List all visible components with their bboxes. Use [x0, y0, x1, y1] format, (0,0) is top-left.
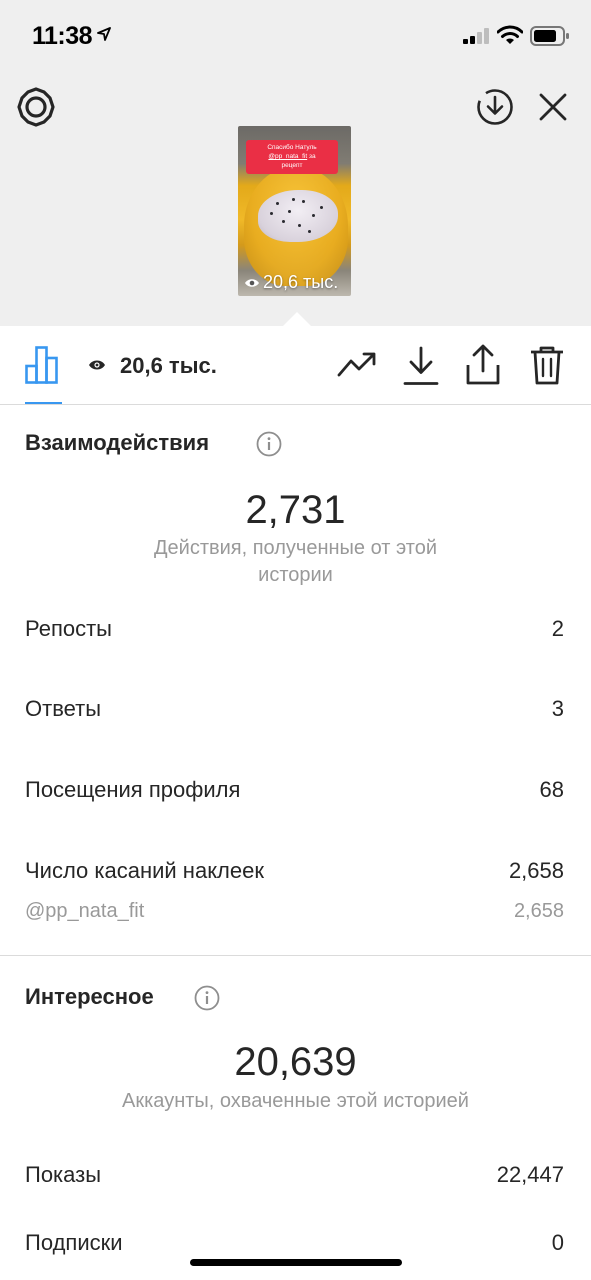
impressions-label: Показы [25, 1162, 102, 1187]
insights-bar-chart-icon[interactable] [25, 346, 63, 389]
interactions-title: Взаимодействия [25, 430, 210, 455]
sticker-taps-label: Число касаний наклеек [25, 858, 264, 883]
replies-value: 3 [551, 696, 564, 721]
save-story-circle-icon[interactable] [476, 88, 514, 131]
sticker-taps-value: 2,658 [508, 858, 564, 883]
thumbnail-views: 20,6 тыс. [244, 272, 338, 294]
cellular-signal-icon [463, 28, 491, 49]
status-bar: 11:38 [0, 0, 591, 72]
mention-sticker: Спасибо Натуль @pp_nata_fit за рецепт [246, 140, 338, 174]
viewers-eye-icon[interactable] [88, 358, 106, 377]
mention-sticker-text: Спасибо Натуль @pp_nata_fit за рецепт [246, 143, 338, 170]
story-thumbnail[interactable]: Спасибо Натуль @pp_nata_fit за рецепт 20… [238, 126, 351, 296]
sticker-mention-value: 2,658 [513, 900, 564, 922]
battery-icon [530, 26, 570, 51]
section-divider [0, 955, 591, 956]
story-preview-area: 11:38 Спасибо Натуль @pp_nata_fit за рец… [0, 0, 591, 327]
home-indicator[interactable] [190, 1259, 402, 1266]
delete-trash-icon[interactable] [529, 346, 565, 391]
sticker-line-3: рецепт [281, 162, 303, 169]
interactions-total-desc: Действия, полученные от этой истории [153, 537, 437, 586]
download-icon[interactable] [403, 346, 439, 391]
location-arrow-icon [97, 27, 111, 46]
story-toolbar: 20,6 тыс. [0, 327, 591, 405]
share-icon[interactable] [465, 344, 501, 391]
promote-trend-icon[interactable] [337, 350, 377, 383]
discovery-info-icon[interactable] [194, 985, 220, 1016]
thumbnail-views-count: 20,6 тыс. [263, 272, 339, 292]
follows-label: Подписки [25, 1230, 123, 1255]
impressions-value: 22,447 [496, 1162, 564, 1187]
reposts-label: Репосты [25, 616, 112, 641]
viewers-count[interactable]: 20,6 тыс. [120, 353, 217, 379]
sticker-handle: @pp_nata_fit [268, 153, 308, 160]
eye-icon [244, 273, 260, 294]
discovery-total: 20,639 [234, 1040, 357, 1084]
close-icon[interactable] [538, 92, 568, 127]
replies-label: Ответы [25, 696, 102, 721]
sticker-line-1: Спасибо Натуль [267, 144, 317, 151]
selection-pointer [282, 312, 312, 327]
interactions-info-icon[interactable] [256, 431, 282, 462]
discovery-title: Интересное [25, 984, 154, 1009]
reposts-value: 2 [551, 616, 564, 641]
settings-gear-icon[interactable] [16, 87, 56, 132]
wifi-icon [496, 25, 524, 50]
sticker-mention-label[interactable]: @pp_nata_fit [25, 900, 144, 923]
thumbnail-fruit [258, 190, 338, 242]
follows-value: 0 [551, 1230, 564, 1255]
discovery-total-desc: Аккаунты, охваченные этой историей [122, 1090, 469, 1112]
profile-visits-label: Посещения профиля [25, 777, 241, 802]
active-tab-underline [25, 402, 62, 404]
interactions-total: 2,731 [245, 488, 346, 532]
sticker-line-2: за [307, 153, 316, 160]
profile-visits-value: 68 [539, 777, 564, 802]
status-time: 11:38 [32, 22, 93, 50]
